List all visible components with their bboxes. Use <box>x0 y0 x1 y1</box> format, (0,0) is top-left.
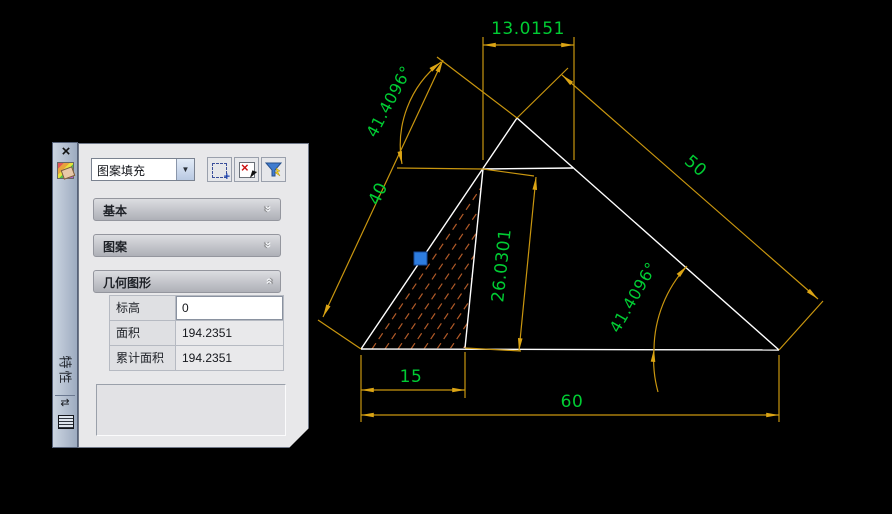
base-edge <box>360 348 780 351</box>
chevron-expand-icon[interactable]: » <box>262 206 276 213</box>
triangle-geometry[interactable] <box>360 117 780 351</box>
inner-divider <box>464 168 484 349</box>
section-geometry-label: 几何图形 <box>103 276 152 290</box>
close-icon[interactable]: × <box>56 144 76 160</box>
area-value[interactable]: 194.2351 <box>176 321 283 345</box>
section-basic-label: 基本 <box>103 204 128 218</box>
palette-logo-icon <box>57 162 74 179</box>
elevation-field[interactable]: 0 <box>176 296 283 320</box>
remove-selection-button[interactable]: × <box>234 157 259 182</box>
property-row-elevation: 标高 0 <box>110 296 283 321</box>
right-edge <box>516 117 780 351</box>
dim-right-angle: 41.4096° <box>605 259 661 336</box>
properties-palette: × 特性 ⇄ 图案填充 ▼ × <box>52 142 309 448</box>
dim-inner-height: 26.0301 <box>488 228 516 303</box>
grip-point[interactable] <box>413 251 428 266</box>
dim-base-left: 15 <box>400 367 423 387</box>
section-basic[interactable]: 基本 » <box>93 198 281 221</box>
geometry-property-grid: 标高 0 面积 194.2351 累计面积 194.2351 <box>109 295 284 371</box>
property-row-area: 面积 194.2351 <box>110 321 283 346</box>
property-row-cumulative-area: 累计面积 194.2351 <box>110 346 283 371</box>
dim-left-angle: 41.4096° <box>362 62 415 140</box>
autohide-icon[interactable]: ⇄ <box>55 395 75 410</box>
horizontal-chord <box>482 167 574 170</box>
palette-body: 图案填充 ▼ × 基本 » 图案 <box>78 143 309 448</box>
properties-menu-icon[interactable] <box>58 415 74 429</box>
cumulative-area-value[interactable]: 194.2351 <box>176 346 283 370</box>
funnel-icon <box>264 160 283 179</box>
left-edge <box>360 117 518 350</box>
section-pattern-label: 图案 <box>103 240 128 254</box>
chevron-collapse-icon[interactable]: » <box>262 278 276 285</box>
cumulative-area-label: 累计面积 <box>110 346 176 370</box>
quick-select-button[interactable] <box>261 157 286 182</box>
palette-title: 特性 <box>57 354 73 386</box>
hatch-pattern[interactable] <box>371 164 588 349</box>
dim-left-edge: 40 <box>365 179 393 208</box>
elevation-label: 标高 <box>110 296 176 320</box>
deselect-icon: × <box>239 162 255 178</box>
dim-base-total: 60 <box>561 392 584 412</box>
chevron-down-icon[interactable]: ▼ <box>176 159 194 180</box>
object-type-dropdown[interactable]: 图案填充 ▼ <box>91 158 195 181</box>
section-pattern[interactable]: 图案 » <box>93 234 281 257</box>
select-new-object-button[interactable] <box>207 157 232 182</box>
palette-title-bar[interactable]: × 特性 ⇄ <box>52 142 78 448</box>
object-type-value: 图案填充 <box>97 164 146 178</box>
area-label: 面积 <box>110 321 176 345</box>
dim-right-edge: 50 <box>680 151 710 181</box>
description-panel <box>96 384 286 436</box>
dim-top-width: 13.0151 <box>491 19 565 39</box>
chevron-expand-icon[interactable]: » <box>262 242 276 249</box>
section-geometry[interactable]: 几何图形 » <box>93 270 281 293</box>
pick-box-icon <box>212 163 227 178</box>
